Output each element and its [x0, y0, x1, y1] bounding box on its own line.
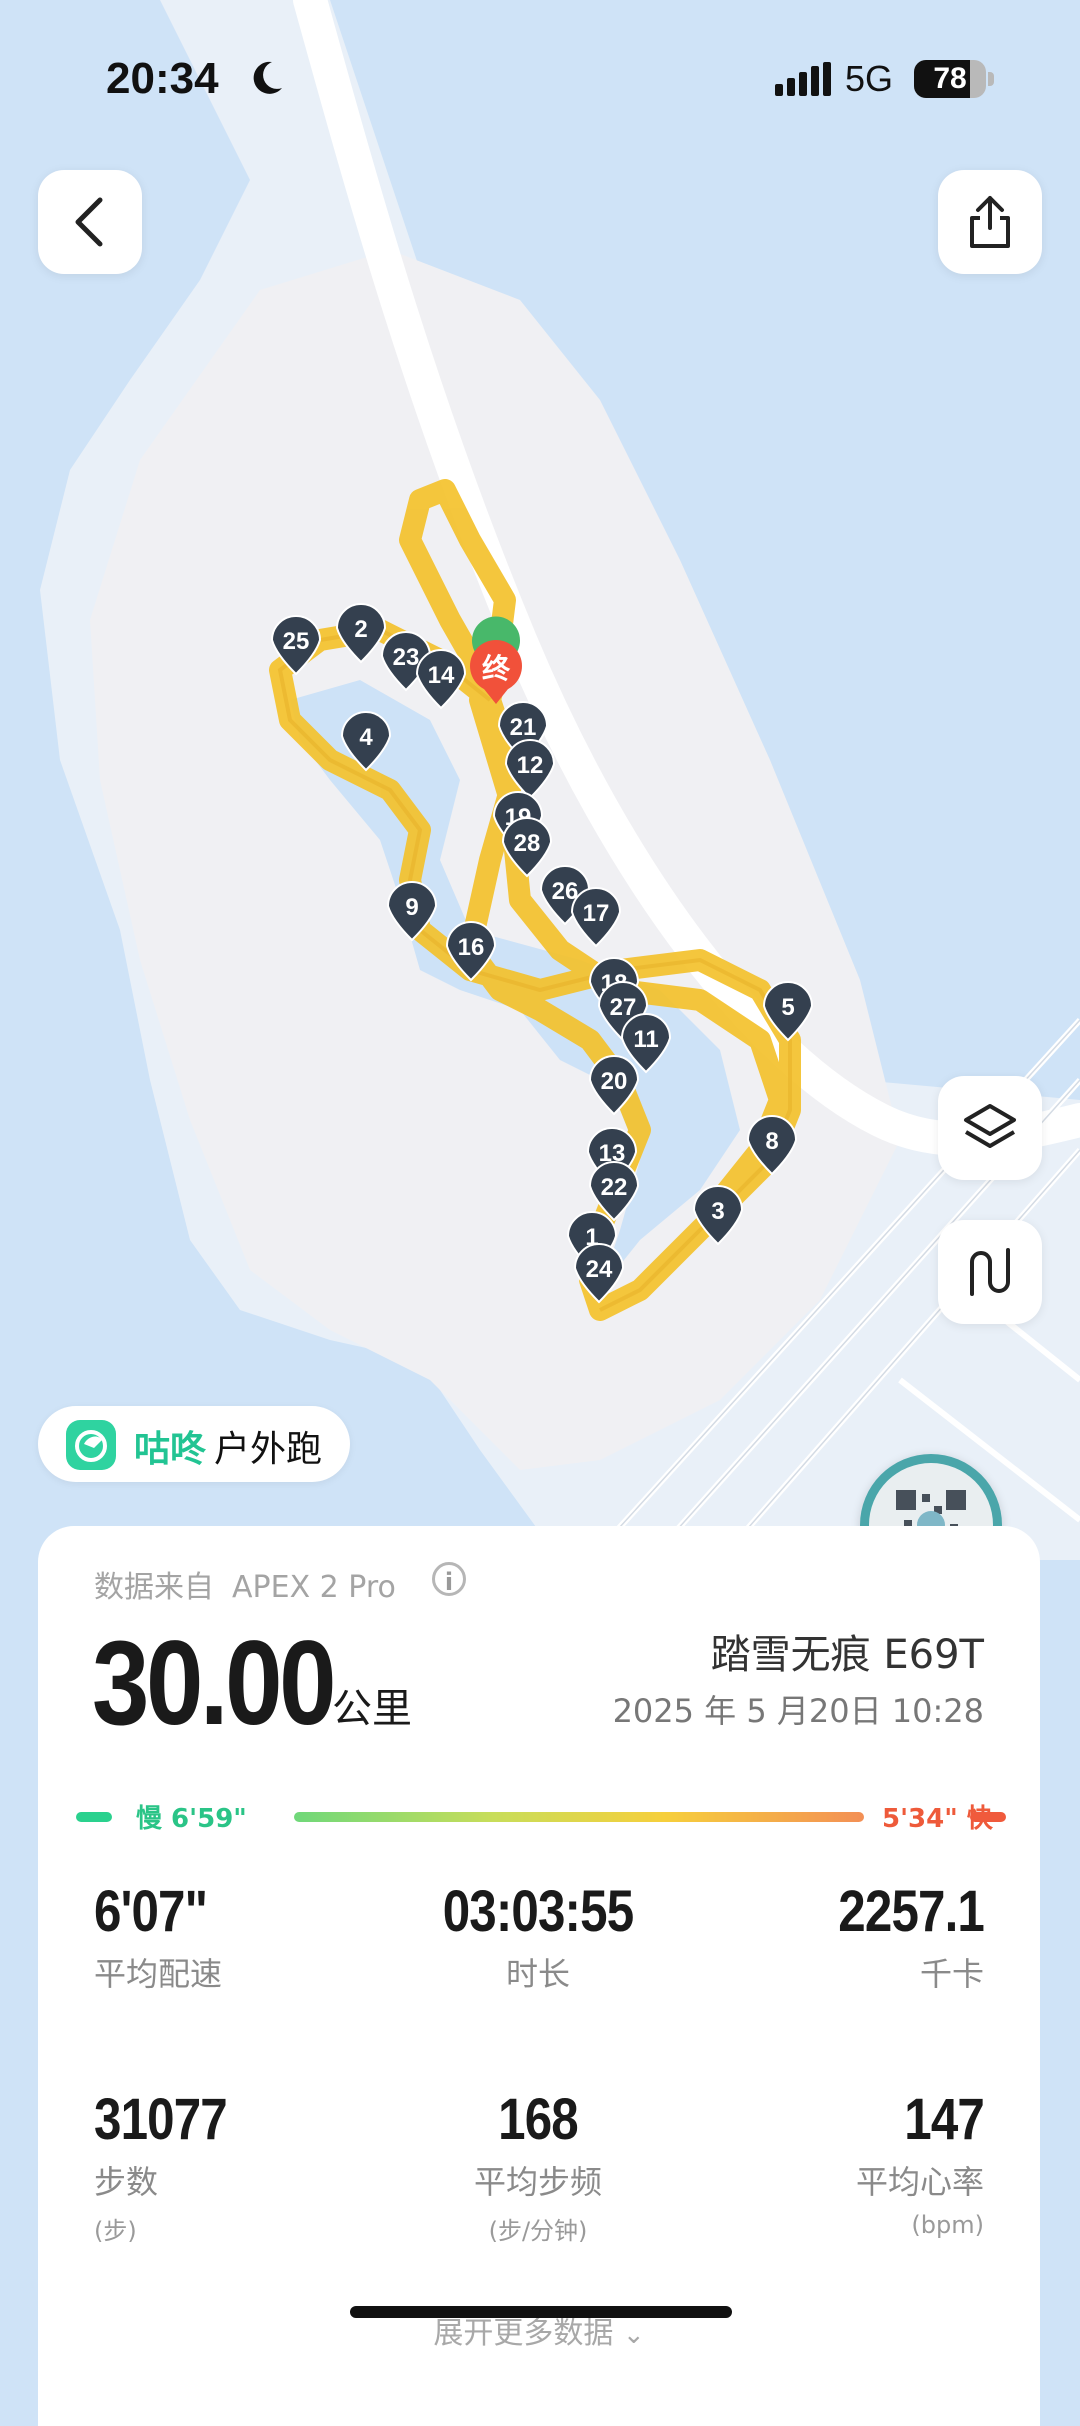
- stat-steps: 31077 步数 (步): [94, 2086, 394, 2246]
- stat-label: 平均配速: [94, 1955, 223, 1993]
- stat-sublabel: (bpm): [911, 2211, 984, 2239]
- device-name: APEX 2 Pro: [232, 1570, 396, 1605]
- km-marker-label: 2: [354, 616, 367, 643]
- layers-button[interactable]: [938, 1076, 1042, 1180]
- moon-icon: [253, 61, 282, 94]
- stat-calories: 2257.1 千卡: [684, 1878, 985, 1995]
- km-marker-label: 4: [359, 724, 373, 751]
- pace-slow-swatch: [76, 1812, 112, 1822]
- km-marker-label: 27: [610, 994, 637, 1021]
- share-icon: [970, 196, 1010, 248]
- data-source-label: 数据来自: [94, 1570, 214, 1605]
- km-marker-label: 9: [405, 894, 418, 921]
- km-marker-label: 21: [510, 714, 537, 741]
- stat-value: 31077: [94, 2087, 228, 2152]
- distance-value: 30.00: [92, 1616, 336, 1750]
- svg-text:终: 终: [482, 652, 511, 685]
- stat-value: 168: [498, 2087, 579, 2152]
- km-marker-label: 5: [781, 994, 794, 1021]
- pace-legend: 慢 6'59" 5'34" 快: [76, 1796, 1006, 1836]
- route-button[interactable]: [938, 1220, 1042, 1324]
- stat-duration: 03:03:55 时长: [388, 1878, 688, 1995]
- km-marker-label: 24: [586, 1256, 613, 1283]
- km-marker-label: 3: [711, 1198, 724, 1225]
- chevron-down-icon: ⌄: [622, 2320, 645, 2350]
- workout-summary-card: 数据来自 APEX 2 Pro i 30.00 公里 踏雪无痕 E69T 2025…: [38, 1526, 1040, 2426]
- pace-slow-label: 慢 6'59": [136, 1804, 247, 1834]
- stat-cadence: 168 平均步频 (步/分钟): [388, 2086, 688, 2246]
- km-marker-label: 16: [458, 934, 485, 961]
- route-icon: [970, 1248, 1010, 1296]
- km-marker-label: 17: [583, 900, 610, 927]
- cellular-signal-icon: [775, 62, 831, 96]
- shoe-name[interactable]: 踏雪无痕 E69T: [711, 1622, 984, 1680]
- distance-unit: 公里: [332, 1686, 412, 1732]
- km-marker-label: 20: [601, 1068, 628, 1095]
- data-source: 数据来自 APEX 2 Pro: [94, 1562, 396, 1606]
- stat-sublabel: (步): [94, 2217, 137, 2245]
- pace-gradient-bar: [294, 1812, 864, 1822]
- stat-avg-pace: 6'07" 平均配速: [94, 1878, 394, 1995]
- clock: 20:34: [106, 54, 219, 103]
- stat-value: 03:03:55: [442, 1879, 634, 1944]
- battery-tip: [988, 72, 994, 86]
- stat-label: 平均心率: [855, 2163, 984, 2201]
- workout-datetime: 2025 年 5 月20日 10:28: [612, 1692, 984, 1730]
- km-marker-label: 22: [601, 1174, 628, 1201]
- info-icon[interactable]: i: [432, 1562, 466, 1596]
- km-marker-label: 28: [514, 830, 541, 857]
- stat-value: 6'07": [94, 1879, 208, 1944]
- pace-fast-swatch: [970, 1812, 1006, 1822]
- home-indicator[interactable]: [350, 2306, 732, 2318]
- brand-name: 咕咚: [134, 1429, 207, 1470]
- battery-icon: 78: [914, 60, 986, 98]
- stat-label: 时长: [505, 1955, 570, 1993]
- stat-label: 步数: [94, 2163, 159, 2201]
- stat-sublabel: (步/分钟): [488, 2217, 588, 2245]
- status-bar: 20:34 5G 78: [0, 48, 1080, 118]
- km-marker-label: 12: [517, 752, 544, 779]
- share-button[interactable]: [938, 170, 1042, 274]
- battery-level: 78: [933, 62, 967, 95]
- back-button[interactable]: [38, 170, 142, 274]
- chevron-left-icon: [75, 197, 103, 247]
- stat-heart-rate: 147 平均心率 (bpm): [684, 2086, 985, 2239]
- app-brand-pill: 咕咚 户外跑: [38, 1406, 350, 1482]
- km-marker-label: 14: [428, 662, 455, 689]
- stat-value: 2257.1: [838, 1879, 985, 1944]
- layers-icon: [964, 1104, 1016, 1148]
- activity-type: 户外跑: [214, 1429, 323, 1470]
- stat-label: 千卡: [919, 1955, 984, 1993]
- km-marker-label: 11: [633, 1026, 658, 1053]
- km-marker-label: 25: [283, 628, 310, 655]
- km-marker-label: 23: [393, 644, 420, 671]
- stat-label: 平均步频: [473, 2163, 602, 2201]
- expand-more-label: 展开更多数据: [433, 2316, 614, 2351]
- stat-value: 147: [904, 2087, 985, 2152]
- km-marker-label: 8: [765, 1128, 778, 1155]
- codoon-logo-icon: [66, 1420, 116, 1470]
- network-type: 5G: [845, 58, 894, 99]
